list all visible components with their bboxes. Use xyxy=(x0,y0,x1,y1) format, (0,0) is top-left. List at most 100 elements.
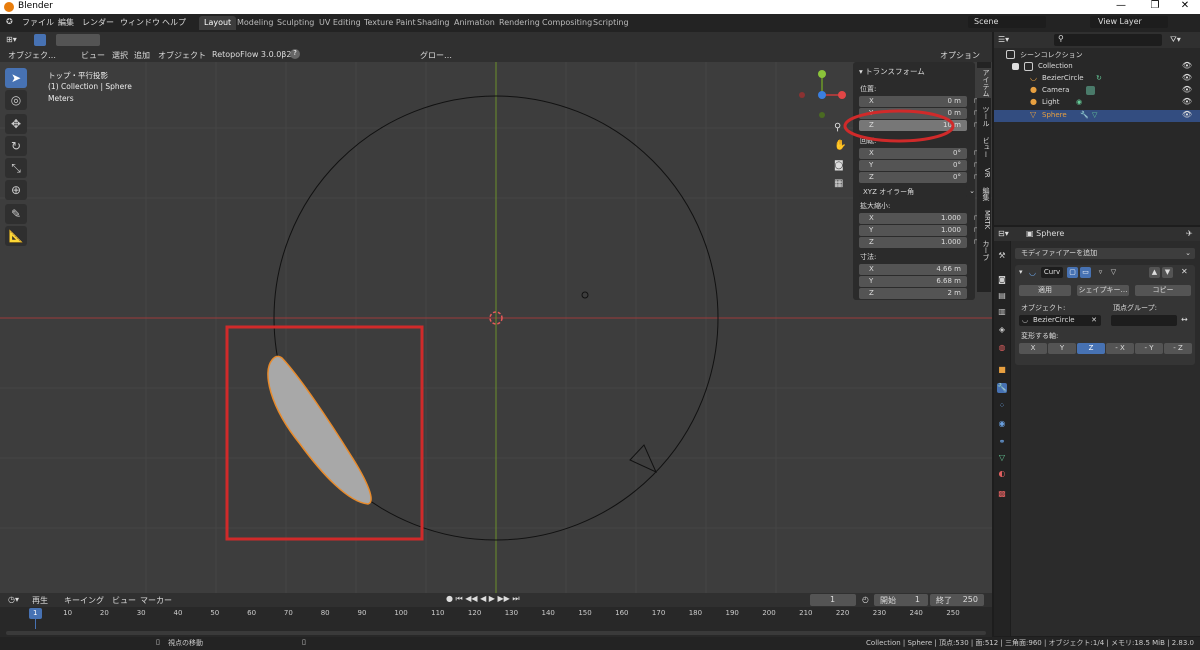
material-tab-icon[interactable]: ◐ xyxy=(997,469,1007,479)
collapse-icon[interactable]: ▾ xyxy=(1019,268,1023,276)
editor-type-icon[interactable]: ☰▾ xyxy=(998,35,1009,44)
move-tool-icon[interactable]: ✥ xyxy=(5,114,27,134)
camera-view-icon[interactable]: ◙ xyxy=(834,160,844,171)
measure-tool-icon[interactable]: 📐 xyxy=(5,226,27,246)
shape-key-button[interactable]: シェイプキー… xyxy=(1077,285,1129,296)
marker-menu[interactable]: マーカー xyxy=(140,595,172,606)
vertex-group-field[interactable] xyxy=(1111,315,1177,326)
menu-window[interactable]: ウィンドウ xyxy=(120,17,160,28)
location-x-field[interactable]: X0 m⊓ xyxy=(859,96,979,107)
rotation-mode-dropdown[interactable]: XYZ オイラー角 ⌄ xyxy=(859,186,975,197)
axis-neg-z-button[interactable]: - Z xyxy=(1164,343,1192,354)
physics-tab-icon[interactable]: ◉ xyxy=(997,419,1007,429)
tab-curve[interactable]: カーブ xyxy=(977,238,991,262)
timeline[interactable]: 1 10 20 30 40 50 60 70 80 90 100 110 120 130 140 150 160… xyxy=(0,607,992,637)
outliner-item-sphere[interactable]: ▽ Sphere 🔧 ▽ 👁 xyxy=(994,110,1200,122)
tab-animation[interactable]: Animation xyxy=(449,16,500,30)
object-tab-icon[interactable]: ■ xyxy=(997,365,1007,375)
copy-button[interactable]: コピー xyxy=(1135,285,1191,296)
scene-selector[interactable]: Scene xyxy=(968,16,1046,28)
perspective-grid-icon[interactable]: ▦ xyxy=(834,178,843,189)
playback-menu[interactable]: 再生 xyxy=(32,595,48,606)
keying-menu[interactable]: キーイング xyxy=(64,595,104,606)
apply-button[interactable]: 適用 xyxy=(1019,285,1071,296)
editor-type-icon[interactable]: ⊟▾ xyxy=(998,229,1009,238)
close-button[interactable]: ✕ xyxy=(1170,0,1200,11)
select-box-icon[interactable] xyxy=(34,34,46,46)
show-in-editmode-icon[interactable]: ▢ xyxy=(1067,267,1078,278)
cursor-tool-icon[interactable]: ◎ xyxy=(5,90,27,110)
axis-z-button[interactable]: Z xyxy=(1077,343,1105,354)
start-frame-field[interactable]: 開始 1 xyxy=(874,594,928,606)
texture-tab-icon[interactable]: ▩ xyxy=(997,489,1007,499)
tab-scripting[interactable]: Scripting xyxy=(588,16,634,30)
select-mode-icons[interactable] xyxy=(56,34,100,46)
tab-mrtk[interactable]: MRTK xyxy=(977,208,991,232)
scale-z-field[interactable]: Z1.000⊓ xyxy=(859,237,979,248)
scale-x-field[interactable]: X1.000⊓ xyxy=(859,213,979,224)
output-tab-icon[interactable]: ▤ xyxy=(997,291,1007,301)
tab-view[interactable]: ビュー xyxy=(977,134,991,160)
rotation-z-field[interactable]: Z0°⊓ xyxy=(859,172,979,183)
minimize-button[interactable]: — xyxy=(1106,0,1136,11)
options-dropdown[interactable]: オプション xyxy=(940,50,980,61)
menu-view[interactable]: ビュー xyxy=(81,50,105,61)
dimensions-y-field[interactable]: Y 6.68 m xyxy=(859,276,967,287)
axis-x-button[interactable]: X xyxy=(1019,343,1047,354)
view-layer-selector[interactable]: View Layer xyxy=(1090,16,1168,28)
axis-y-button[interactable]: Y xyxy=(1048,343,1076,354)
playback-controls[interactable]: ● ⏮ ◀◀ ◀ ▶ ▶▶ ⏭ xyxy=(446,594,520,604)
menu-edit[interactable]: 編集 xyxy=(58,17,74,28)
tab-layout[interactable]: Layout xyxy=(199,16,237,30)
world-tab-icon[interactable]: ◍ xyxy=(997,343,1007,353)
outliner-item-camera[interactable]: ● Camera 👁 xyxy=(994,85,1200,97)
curve-object-field[interactable]: ◡ BezierCircle ✕ xyxy=(1019,315,1101,326)
move-down-icon[interactable]: ▼ xyxy=(1162,267,1173,278)
data-tab-icon[interactable]: ▽ xyxy=(997,453,1007,463)
edit-mode-icon[interactable]: ▽ xyxy=(1108,267,1119,278)
outliner-collection[interactable]: Collection 👁 xyxy=(994,61,1200,73)
tab-uv-editing[interactable]: UV Editing xyxy=(314,16,366,30)
orientation-dropdown[interactable]: グロー… xyxy=(420,50,452,61)
maximize-button[interactable]: ❐ xyxy=(1140,0,1170,11)
scene-tab-icon[interactable]: ◈ xyxy=(997,325,1007,335)
editor-type-icon[interactable]: ◷▾ xyxy=(8,595,19,604)
annotate-tool-icon[interactable]: ✎ xyxy=(5,204,27,224)
blender-menu-icon[interactable]: ✪ xyxy=(6,17,13,26)
select-tool-icon[interactable]: ➤ xyxy=(5,68,27,88)
modifier-tab-icon[interactable]: 🔧 xyxy=(997,383,1007,393)
move-up-icon[interactable]: ▲ xyxy=(1149,267,1160,278)
scale-tool-icon[interactable]: ⤡ xyxy=(5,158,27,178)
help-icon[interactable]: ? xyxy=(290,49,300,59)
outliner-item-beziercircle[interactable]: ◡ BezierCircle ↻ 👁 xyxy=(994,73,1200,85)
menu-file[interactable]: ファイル xyxy=(22,17,54,28)
invert-icon[interactable]: ↔ xyxy=(1181,315,1188,324)
remove-modifier-icon[interactable]: ✕ xyxy=(1181,267,1188,276)
mode-dropdown[interactable]: オブジェク… xyxy=(8,50,56,61)
dimensions-z-field[interactable]: Z2 m xyxy=(859,288,967,299)
current-frame-field[interactable]: 1 xyxy=(810,594,856,606)
show-viewport-icon[interactable]: ▭ xyxy=(1080,267,1091,278)
view-layer-tab-icon[interactable]: ▥ xyxy=(997,307,1007,317)
menu-render[interactable]: レンダー xyxy=(82,17,114,28)
view-menu[interactable]: ビュー xyxy=(112,595,136,606)
filter-icon[interactable]: ⛛▾ xyxy=(1170,35,1181,45)
editor-type-icon[interactable]: ⊞▾ xyxy=(6,35,17,44)
rotation-x-field[interactable]: X0°⊓ xyxy=(859,148,979,159)
zoom-icon[interactable]: ⚲ xyxy=(834,122,841,133)
rotation-y-field[interactable]: Y0°⊓ xyxy=(859,160,979,171)
end-frame-field[interactable]: 終了 250 xyxy=(930,594,984,606)
outliner-search-input[interactable]: ⚲ xyxy=(1054,34,1162,46)
axis-neg-x-button[interactable]: - X xyxy=(1106,343,1134,354)
menu-add[interactable]: 追加 xyxy=(134,50,150,61)
menu-select[interactable]: 選択 xyxy=(112,50,128,61)
tab-sculpting[interactable]: Sculpting xyxy=(272,16,319,30)
rotate-tool-icon[interactable]: ↻ xyxy=(5,136,27,156)
tab-tool[interactable]: ツール xyxy=(977,104,991,128)
tab-edit[interactable]: 編集 xyxy=(977,186,991,202)
axis-neg-y-button[interactable]: - Y xyxy=(1135,343,1163,354)
constraints-tab-icon[interactable]: ⚭ xyxy=(997,437,1007,447)
outliner-scene-collection[interactable]: シーンコレクション xyxy=(994,49,1200,61)
tab-item[interactable]: アイテム xyxy=(977,68,991,98)
scale-y-field[interactable]: Y1.000⊓ xyxy=(859,225,979,236)
